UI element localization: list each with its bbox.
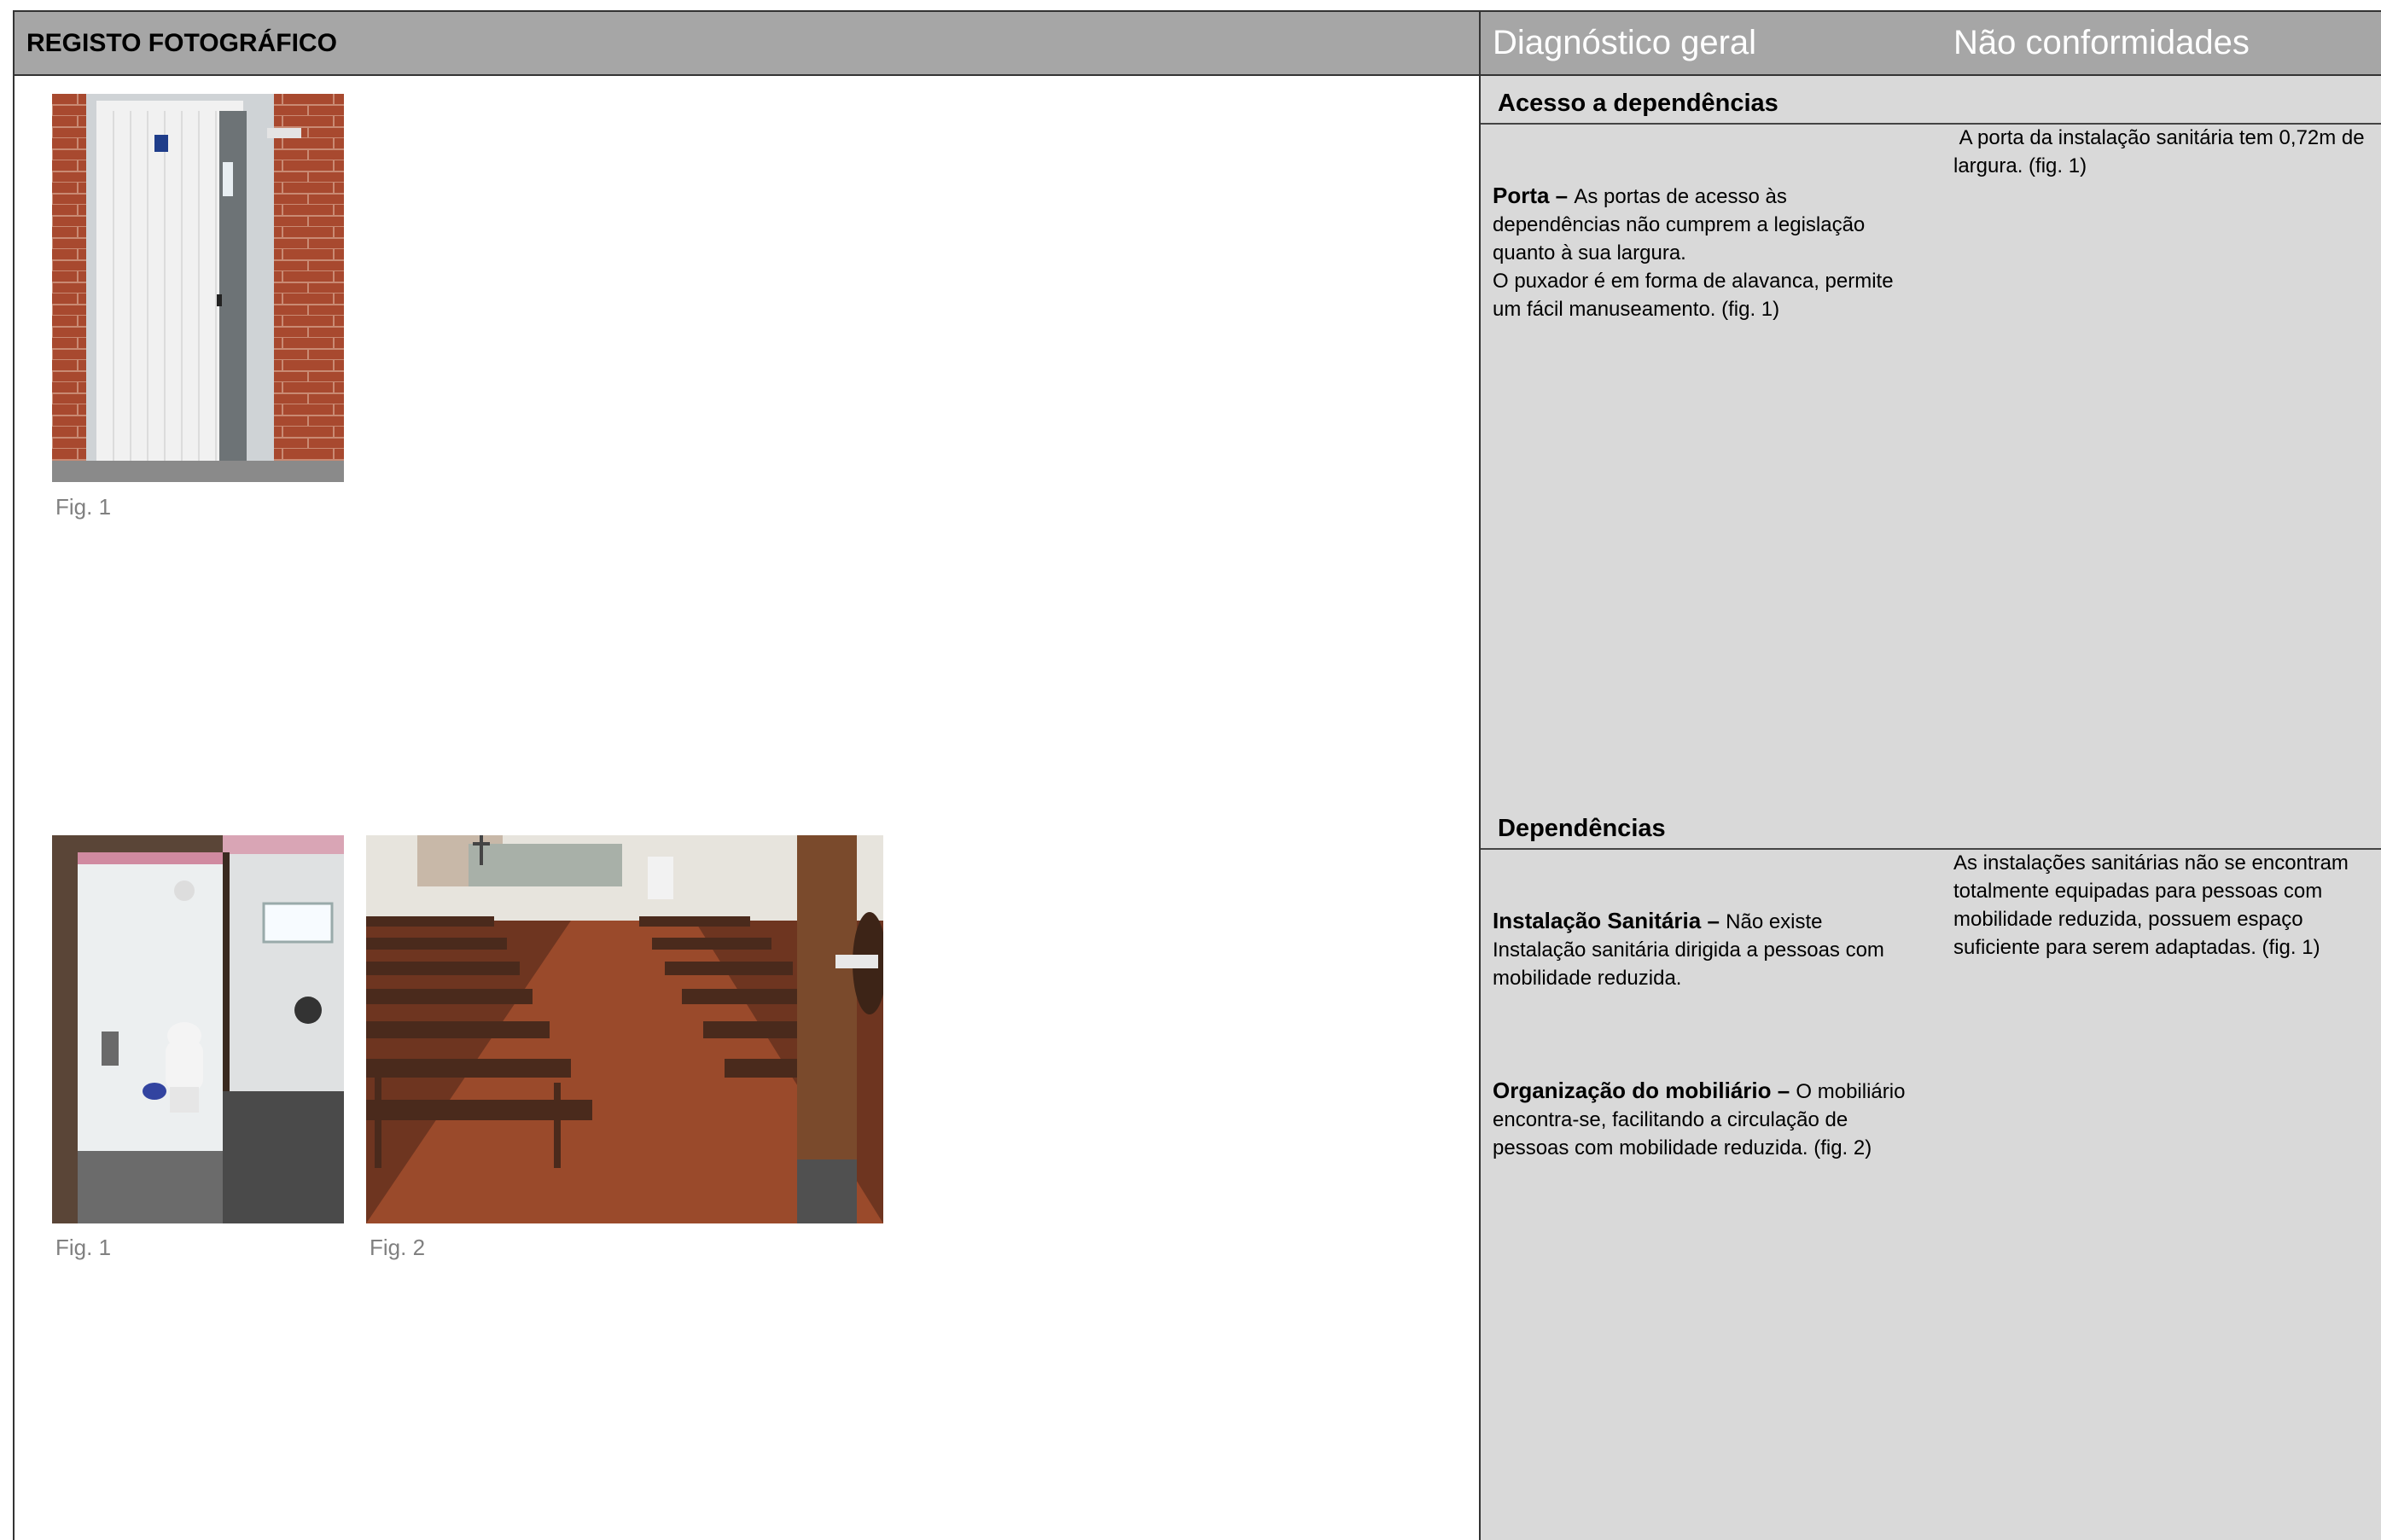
nao-conformidades-text: A porta da instalação sanitária tem 0,72… [1953,126,2371,177]
figure-caption: Fig. 1 [55,494,112,520]
figure-caption: Fig. 1 [55,1235,112,1260]
photo-cell-dependencies: Fig. 1 Fig. 2 [13,799,1481,1540]
page-title: REGISTO FOTOGRÁFICO [26,29,337,57]
section-title: Acesso a dependências [1498,90,1778,117]
header-diagnosis: Diagnóstico geral Não conformidades [1479,10,2381,76]
column-header-nao-conformidades: Não conformidades [1953,24,2250,61]
toilet-photo [52,835,344,1223]
header-photo-register: REGISTO FOTOGRÁFICO [13,10,1481,76]
diagnosis-cell-access: Acesso a dependências Porta – As portas … [1479,76,2381,801]
diagnosis-cell-dependencies: Dependências Instalação Sanitária – Não … [1479,799,2381,1540]
door-photo [52,94,344,482]
church-pews-photo [366,835,883,1223]
item-heading: Porta – [1493,183,1575,208]
diagnostico-item: Organização do mobiliário – O mobiliário… [1493,1077,1919,1162]
diagnostico-text: Instalação Sanitária – Não existe Instal… [1493,851,1919,1247]
diagnostico-item: Porta – As portas de acesso às dependênc… [1493,182,1919,323]
section-title: Dependências [1498,815,1666,842]
diagnostico-item: Instalação Sanitária – Não existe Instal… [1493,907,1919,992]
figure-caption: Fig. 2 [370,1235,426,1260]
column-header-diagnostico: Diagnóstico geral [1493,24,1757,61]
nao-conformidades-text: As instalações sanitárias não se encontr… [1953,851,2355,959]
diagnostico-text: Porta – As portas de acesso às dependênc… [1493,125,1919,408]
item-heading: Organização do mobiliário – [1493,1078,1796,1103]
photo-cell-access: Fig. 1 [13,76,1481,801]
item-heading: Instalação Sanitária – [1493,908,1726,933]
